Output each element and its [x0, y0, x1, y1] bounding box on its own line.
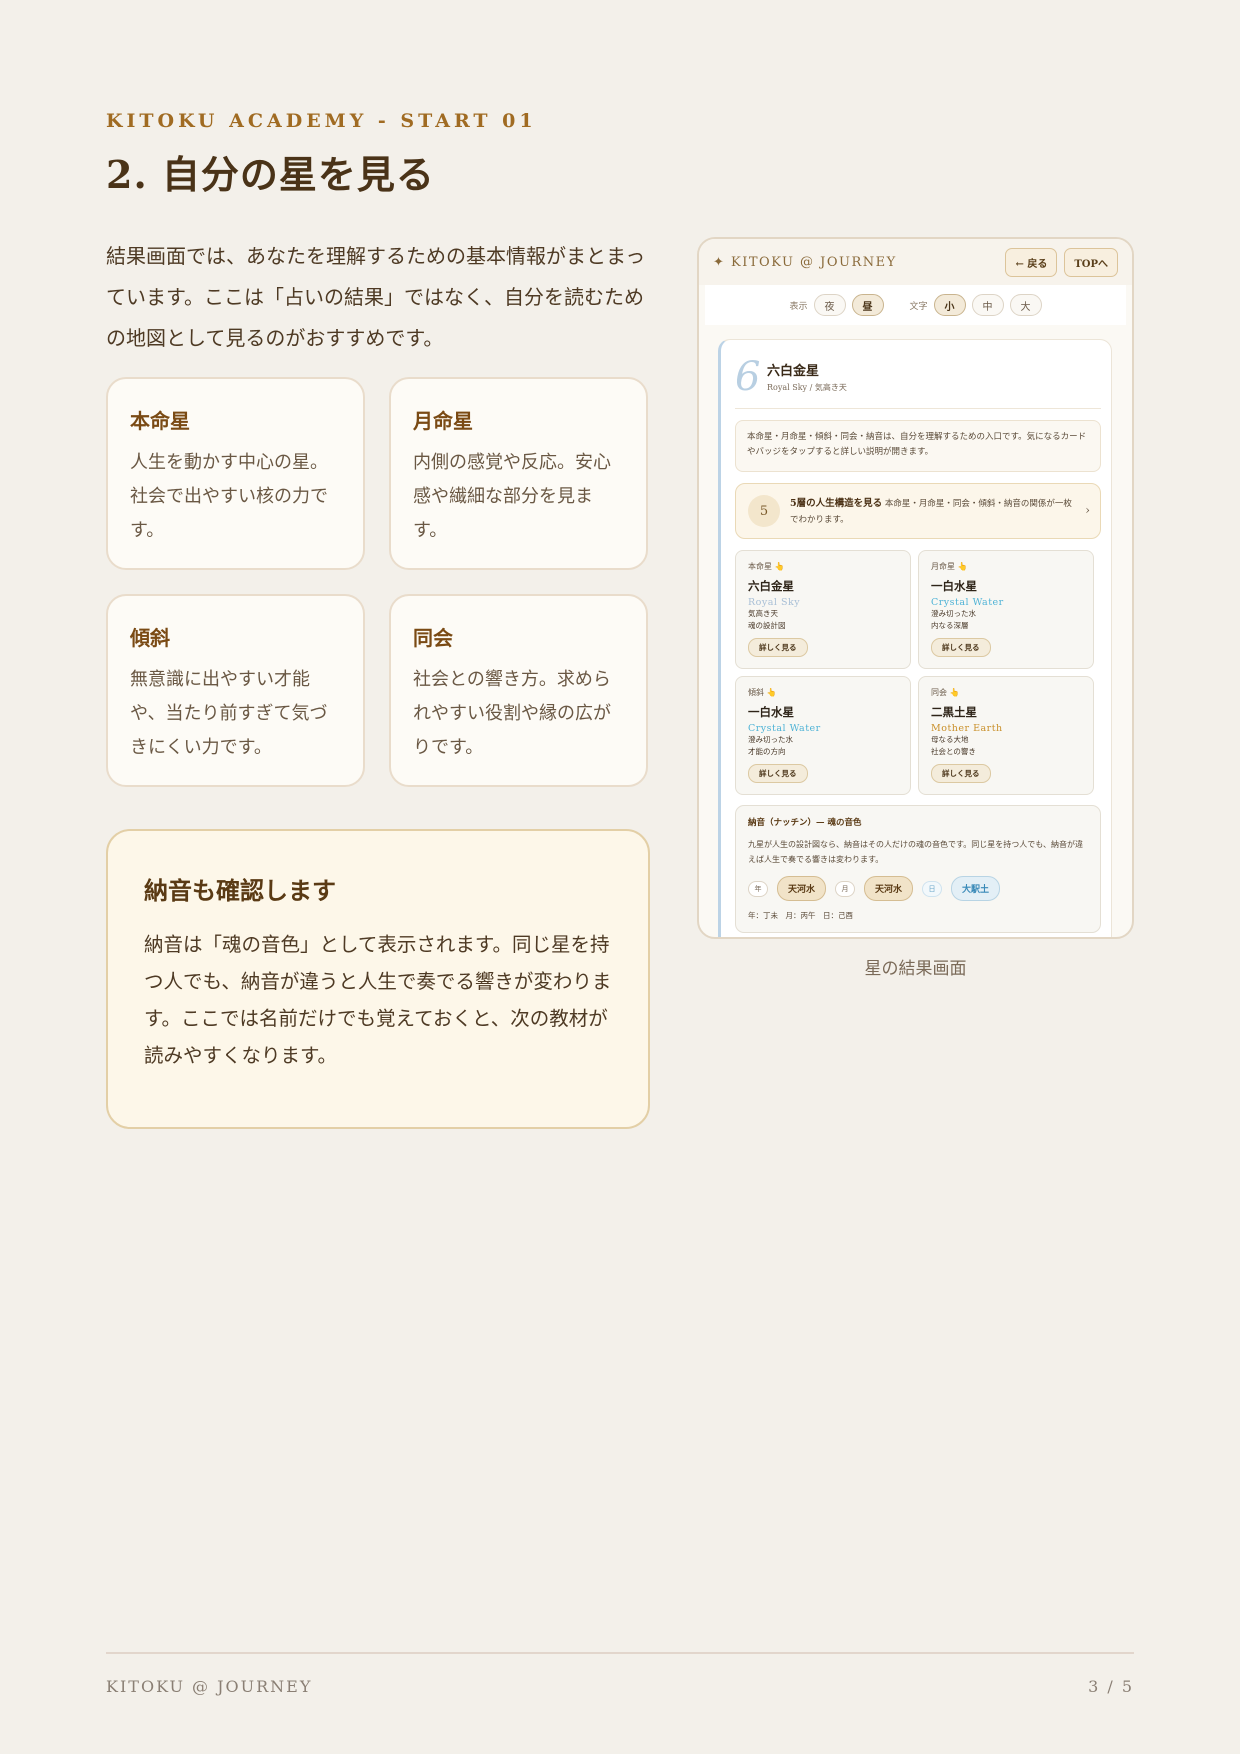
- star-card-line: 母なる大地: [931, 735, 969, 744]
- display-label: 表示: [789, 301, 808, 312]
- star-card-honmei[interactable]: 本命星 👆 六白金星 Royal Sky 気高き天 魂の設計図 詳しく見る: [735, 550, 911, 669]
- card-body: 内側の感覚や反応。安心感や繊細な部分を見ます。: [413, 452, 611, 541]
- structure-title: 5層の人生構造を見る: [790, 498, 883, 509]
- card-body: 人生を動かす中心の星。社会で出やすい核の力です。: [130, 452, 328, 541]
- nacchin-section: 納音（ナッチン）— 魂の音色 九星が人生の設計図なら、納音はその人だけの魂の音色…: [735, 805, 1101, 933]
- details-button[interactable]: 詳しく見る: [748, 764, 808, 783]
- star-card-keisha[interactable]: 傾斜 👆 一白水星 Crystal Water 澄み切った水 才能の方向 詳しく…: [735, 676, 911, 795]
- result-screenshot: ✦ KITOKU @ JOURNEY ← 戻る TOPへ 表示 夜 昼 文字 小…: [697, 237, 1134, 939]
- structure-text: 5層の人生構造を見る 本命星・月命星・同会・傾斜・納音の関係が一枚でわかります。: [790, 496, 1072, 528]
- details-button[interactable]: 詳しく見る: [931, 764, 991, 783]
- star-card-english: Royal Sky: [748, 597, 801, 608]
- star-card-line: 気高き天: [748, 609, 778, 618]
- page-number: 3 / 5: [1088, 1677, 1134, 1696]
- chip-tag-year: 年: [748, 880, 768, 897]
- night-toggle[interactable]: 夜: [813, 294, 846, 316]
- star-card-line: 内なる深層: [931, 621, 969, 630]
- star-card-label: 同会 👆: [931, 688, 960, 697]
- intro-text: 結果画面では、あなたを理解するための基本情報がまとまっています。ここは「占いの結…: [106, 244, 646, 350]
- text-small-toggle[interactable]: 小: [933, 294, 966, 316]
- chip-tag-month: 月: [835, 880, 856, 897]
- display-toolbar: 表示 夜 昼 文字 小 中 大: [705, 285, 1126, 325]
- result-panel: 6 六白金星 Royal Sky / 気高き天 本命星・月命星・傾斜・同会・納音…: [718, 339, 1112, 937]
- star-card-name: 二黒土星: [931, 705, 977, 719]
- star-card-name: 一白水星: [931, 579, 977, 593]
- card-body: 無意識に出やすい才能や、当たり前すぎて気づきにくい力です。: [130, 669, 328, 758]
- text-medium-toggle[interactable]: 中: [971, 294, 1004, 316]
- details-button[interactable]: 詳しく見る: [748, 638, 808, 657]
- star-card-line: 才能の方向: [748, 747, 786, 756]
- nacchin-chips: 年 天河水 月 天河水 日 大駅土: [748, 876, 1088, 901]
- card-doukai: 同会 社会との響き方。求められやすい役割や縁の広がりです。: [389, 594, 648, 787]
- footer-divider: [106, 1652, 1134, 1654]
- top-button[interactable]: TOPへ: [1064, 247, 1118, 277]
- structure-link[interactable]: 5 5層の人生構造を見る 本命星・月命星・同会・傾斜・納音の関係が一枚でわかりま…: [735, 483, 1101, 539]
- structure-number: 5: [748, 495, 780, 527]
- nacchin-title: 納音（ナッチン）— 魂の音色: [748, 818, 862, 828]
- chip-day[interactable]: 大駅土: [951, 876, 1001, 901]
- card-title: 本命星: [130, 409, 190, 433]
- star-card-name: 一白水星: [748, 705, 794, 719]
- star-card-english: Crystal Water: [748, 723, 821, 734]
- divider: [735, 408, 1101, 409]
- chip-month[interactable]: 天河水: [864, 876, 914, 901]
- chip-year[interactable]: 天河水: [777, 876, 827, 901]
- star-name: 六白金星: [767, 364, 820, 379]
- card-getsumeisei: 月命星 内側の感覚や反応。安心感や繊細な部分を見ます。: [389, 377, 648, 570]
- star-card-english: Crystal Water: [931, 597, 1004, 608]
- card-body: 社会との響き方。求められやすい役割や縁の広がりです。: [413, 669, 611, 758]
- note-body: 納音は「魂の音色」として表示されます。同じ星を持つ人でも、納音が違うと人生で奏で…: [144, 933, 612, 1067]
- nacchin-note: 納音も確認します 納音は「魂の音色」として表示されます。同じ星を持つ人でも、納音…: [106, 829, 650, 1129]
- star-card-line: 魂の設計図: [748, 621, 786, 630]
- day-toggle[interactable]: 昼: [851, 294, 884, 316]
- chip-tag-day: 日: [922, 880, 943, 897]
- details-button[interactable]: 詳しく見る: [931, 638, 991, 657]
- star-card-english: Mother Earth: [931, 723, 1003, 734]
- nacchin-footer: 年：丁未 月：丙午 日：己酉: [748, 911, 853, 920]
- info-box: 本命星・月命星・傾斜・同会・納音は、自分を理解するための入口です。気になるカード…: [735, 420, 1101, 472]
- page-title: 2. 自分の星を見る: [106, 152, 435, 197]
- note-title: 納音も確認します: [144, 876, 336, 905]
- star-card-name: 六白金星: [748, 579, 794, 593]
- app-header: ✦ KITOKU @ JOURNEY ← 戻る TOPへ: [699, 239, 1132, 285]
- star-card-label: 傾斜 👆: [748, 688, 777, 697]
- card-title: 同会: [413, 626, 453, 650]
- eyebrow: KITOKU ACADEMY - START 01: [106, 110, 537, 132]
- card-honmeisei: 本命星 人生を動かす中心の星。社会で出やすい核の力です。: [106, 377, 365, 570]
- star-subtitle: Royal Sky / 気高き天: [767, 383, 847, 392]
- star-card-label: 本命星 👆: [748, 562, 785, 571]
- card-keisha: 傾斜 無意識に出やすい才能や、当たり前すぎて気づきにくい力です。: [106, 594, 365, 787]
- star-card-line: 澄み切った水: [931, 609, 976, 618]
- star-card-doukai[interactable]: 同会 👆 二黒土星 Mother Earth 母なる大地 社会との響き 詳しく見…: [918, 676, 1094, 795]
- back-button[interactable]: ← 戻る: [1005, 247, 1058, 277]
- star-number: 6: [735, 354, 761, 400]
- footer-brand: KITOKU @ JOURNEY: [106, 1677, 313, 1696]
- star-card-label: 月命星 👆: [931, 562, 968, 571]
- text-size-label: 文字: [909, 301, 928, 312]
- card-title: 傾斜: [130, 626, 170, 650]
- screenshot-caption: 星の結果画面: [864, 959, 967, 979]
- star-card-getsumei[interactable]: 月命星 👆 一白水星 Crystal Water 澄み切った水 内なる深層 詳し…: [918, 550, 1094, 669]
- text-large-toggle[interactable]: 大: [1009, 294, 1042, 316]
- app-brand: ✦ KITOKU @ JOURNEY: [713, 254, 897, 270]
- card-title: 月命星: [413, 409, 473, 433]
- star-card-line: 澄み切った水: [748, 735, 793, 744]
- chevron-right-icon: ›: [1085, 503, 1090, 517]
- star-card-line: 社会との響き: [931, 747, 976, 756]
- nacchin-text: 九星が人生の設計図なら、納音はその人だけの魂の音色です。同じ星を持つ人でも、納音…: [748, 840, 1083, 864]
